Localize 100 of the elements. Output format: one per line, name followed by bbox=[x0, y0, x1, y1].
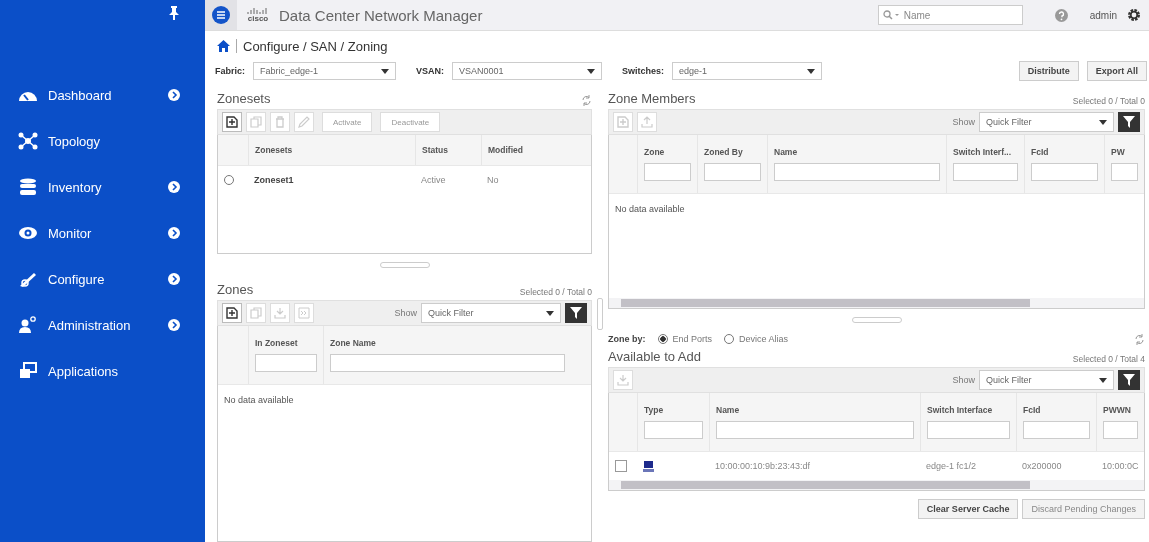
column-header[interactable]: Zone Name bbox=[330, 338, 376, 348]
sidebar-label: Inventory bbox=[48, 179, 103, 195]
logo-text: cisco bbox=[247, 14, 269, 23]
horizontal-scrollbar[interactable] bbox=[609, 480, 1144, 490]
menu-button[interactable] bbox=[205, 0, 237, 30]
column-header[interactable]: Zonesets bbox=[248, 135, 415, 165]
column-header[interactable]: Modified bbox=[481, 135, 551, 165]
radio-option[interactable]: End Ports bbox=[657, 334, 713, 344]
filter-button[interactable] bbox=[565, 303, 587, 323]
footer-button[interactable]: Clear Server Cache bbox=[917, 499, 1019, 519]
caret-down-icon bbox=[1099, 119, 1107, 125]
sidebar-label: Monitor bbox=[48, 225, 93, 241]
search-input[interactable]: Name bbox=[903, 9, 1004, 21]
filter-input[interactable] bbox=[1111, 163, 1138, 181]
sidebar-item[interactable]: Dashboard bbox=[0, 72, 205, 118]
settings-icon[interactable] bbox=[1127, 8, 1141, 22]
pin-icon[interactable] bbox=[169, 6, 179, 20]
add-icon bbox=[226, 307, 238, 319]
column-header[interactable]: Switch Interface bbox=[927, 405, 993, 415]
quick-filter-dropdown[interactable]: Quick Filter bbox=[979, 112, 1114, 132]
action-button[interactable]: Export All bbox=[1086, 61, 1147, 81]
filter-label: Switches: bbox=[622, 66, 665, 76]
filter-input[interactable] bbox=[927, 421, 1010, 439]
filter-input[interactable] bbox=[644, 163, 691, 181]
column-header[interactable]: FcId bbox=[1023, 405, 1041, 415]
table-cell-text: Zoneset1 bbox=[253, 174, 295, 187]
sidebar-item[interactable]: Applications bbox=[0, 348, 205, 394]
column-header[interactable]: Name bbox=[716, 405, 740, 415]
copy-icon bbox=[250, 307, 262, 319]
double-chevron-icon bbox=[298, 307, 310, 319]
table-cell-text: 10:00:0C bbox=[1101, 460, 1140, 473]
search-field[interactable]: Name bbox=[877, 5, 1023, 25]
caret-down-icon bbox=[587, 68, 596, 74]
column-header[interactable]: PW bbox=[1111, 147, 1125, 157]
user-name[interactable]: admin bbox=[1089, 9, 1117, 21]
filter-input[interactable] bbox=[1103, 421, 1138, 439]
search-icon bbox=[882, 10, 901, 20]
sidebar-item[interactable]: Configure bbox=[0, 256, 205, 302]
add-icon bbox=[226, 116, 238, 128]
filter-label: VSAN: bbox=[416, 66, 445, 76]
filter-dropdown[interactable]: VSAN0001 bbox=[452, 62, 603, 80]
filter-button[interactable] bbox=[1118, 112, 1140, 132]
pencil-icon bbox=[298, 116, 310, 128]
column-header[interactable]: Type bbox=[644, 405, 664, 415]
panel-title: Zones bbox=[217, 282, 254, 297]
filter-input[interactable] bbox=[644, 421, 703, 439]
sidebar-item[interactable]: Inventory bbox=[0, 164, 205, 210]
help-icon[interactable] bbox=[1054, 8, 1068, 22]
filter-dropdown[interactable]: edge-1 bbox=[672, 62, 823, 80]
app-title: Data Center Network Manager bbox=[279, 6, 483, 24]
filter-input[interactable] bbox=[774, 163, 940, 181]
action-button[interactable]: Distribute bbox=[1018, 61, 1079, 81]
zone-by-label: Zone by: bbox=[608, 334, 646, 344]
filter-input[interactable] bbox=[953, 163, 1018, 181]
sidebar-label: Topology bbox=[48, 133, 102, 149]
add-button[interactable] bbox=[222, 303, 242, 323]
sidebar-item[interactable]: Monitor bbox=[0, 210, 205, 256]
column-header[interactable]: Name bbox=[774, 147, 798, 157]
panel-title: Available to Add bbox=[608, 349, 701, 364]
caret-down-icon bbox=[807, 68, 816, 74]
refresh-icon[interactable] bbox=[581, 95, 592, 106]
caret-down-icon bbox=[381, 68, 389, 74]
splitter-handle[interactable] bbox=[379, 262, 430, 268]
funnel-icon bbox=[570, 307, 582, 319]
refresh-icon[interactable] bbox=[1134, 333, 1145, 345]
radio-option[interactable]: Device Alias bbox=[724, 334, 789, 344]
splitter-handle[interactable] bbox=[597, 297, 603, 330]
quick-filter-dropdown[interactable]: Quick Filter bbox=[421, 303, 561, 323]
column-header[interactable]: PWWN bbox=[1103, 405, 1131, 415]
add-icon bbox=[617, 116, 629, 128]
table-cell-text: Active bbox=[420, 174, 447, 187]
home-icon[interactable] bbox=[217, 40, 230, 52]
sidebar-item[interactable]: Topology bbox=[0, 118, 205, 164]
filter-button[interactable] bbox=[1118, 370, 1140, 390]
splitter-handle[interactable] bbox=[851, 317, 902, 323]
filter-input[interactable] bbox=[255, 354, 317, 372]
column-header[interactable]: In Zoneset bbox=[255, 338, 298, 348]
filter-input[interactable] bbox=[1023, 421, 1090, 439]
table-cell-text: 0x200000 bbox=[1021, 460, 1063, 473]
table-cell-text: No bbox=[486, 174, 500, 187]
column-header[interactable]: Status bbox=[415, 135, 481, 165]
column-header[interactable]: Switch Interf... bbox=[953, 147, 1012, 157]
quick-filter-dropdown[interactable]: Quick Filter bbox=[979, 370, 1114, 390]
filter-input[interactable] bbox=[704, 163, 761, 181]
column-header[interactable]: Zoned By bbox=[704, 147, 743, 157]
column-header[interactable]: FcId bbox=[1031, 147, 1049, 157]
funnel-icon bbox=[1123, 374, 1135, 386]
column-header[interactable]: Zone bbox=[644, 147, 665, 157]
caret-down-icon bbox=[1099, 377, 1107, 383]
sidebar-item[interactable]: Administration bbox=[0, 302, 205, 348]
horizontal-scrollbar[interactable] bbox=[609, 298, 1144, 308]
table-cell-text: 10:00:00:10:9b:23:43:df bbox=[714, 460, 812, 473]
filter-input[interactable] bbox=[716, 421, 914, 439]
filter-input[interactable] bbox=[330, 354, 565, 372]
add-button[interactable] bbox=[222, 112, 242, 132]
filter-input[interactable] bbox=[1031, 163, 1098, 181]
checkbox[interactable] bbox=[615, 460, 627, 472]
filter-dropdown[interactable]: Fabric_edge-1 bbox=[253, 62, 396, 80]
filter-label: Fabric: bbox=[215, 66, 245, 76]
download-icon bbox=[274, 307, 286, 319]
